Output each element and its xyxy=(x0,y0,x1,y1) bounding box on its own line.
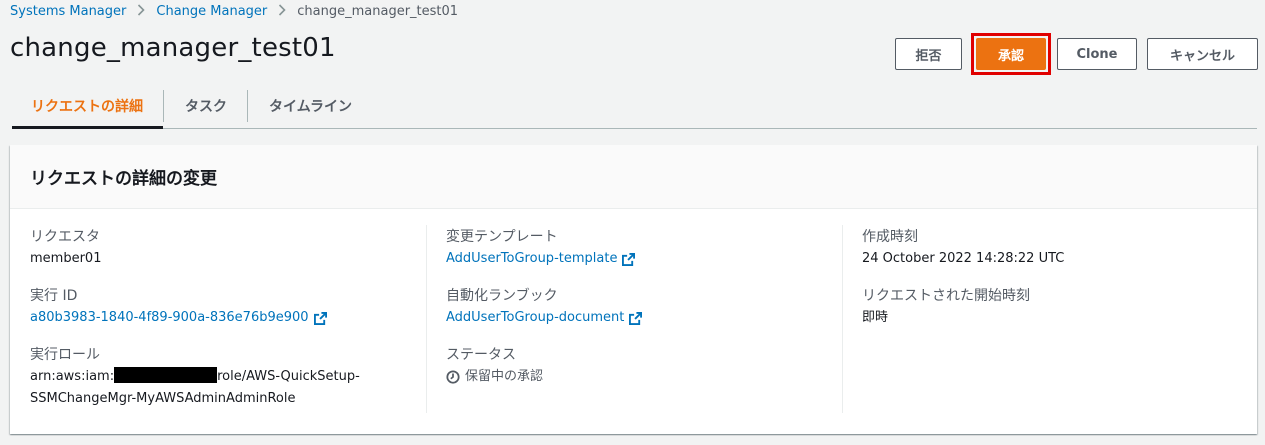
requested-start-label: リクエストされた開始時刻 xyxy=(862,288,1030,304)
runbook-label: 自動化ランブック xyxy=(446,288,558,304)
cancel-button[interactable]: キャンセル xyxy=(1147,38,1258,70)
approve-highlight: 承認 xyxy=(971,33,1051,75)
requested-start-value: 即時 xyxy=(862,310,889,325)
reject-button[interactable]: 拒否 xyxy=(895,38,962,70)
execution-role-suffix: role/AWS-QuickSetup- xyxy=(217,369,360,384)
action-bar: 拒否 承認 Clone キャンセル xyxy=(895,33,1258,75)
details-column-1: リクエスタ member01 実行 ID a80b3983-1840-4f89-… xyxy=(30,227,426,426)
breadcrumb: Systems Manager Change Manager change_ma… xyxy=(10,3,458,21)
external-link-icon xyxy=(622,252,636,266)
status-field: ステータス 保留中の承認 xyxy=(446,345,842,388)
status-value-row: 保留中の承認 xyxy=(446,366,842,388)
panel-header: リクエストの詳細の変更 xyxy=(10,145,1257,209)
execution-role-prefix: arn:aws:iam: xyxy=(30,369,115,384)
created-time-field: 作成時刻 24 October 2022 14:28:22 UTC xyxy=(862,227,1242,270)
details-column-3: 作成時刻 24 October 2022 14:28:22 UTC リクエストさ… xyxy=(862,227,1242,345)
external-link-icon xyxy=(629,311,643,325)
details-column-2: 変更テンプレート AddUserToGroup-template 自動化ランブッ… xyxy=(446,227,842,404)
approve-button[interactable]: 承認 xyxy=(976,38,1046,70)
change-template-field: 変更テンプレート AddUserToGroup-template xyxy=(446,227,842,270)
tab-request-details[interactable]: リクエストの詳細 xyxy=(12,84,163,129)
chevron-right-icon xyxy=(137,3,146,21)
runbook-value: AddUserToGroup-document xyxy=(446,310,625,325)
status-label: ステータス xyxy=(446,347,516,363)
requester-field: リクエスタ member01 xyxy=(30,227,426,270)
breadcrumb-current: change_manager_test01 xyxy=(297,4,459,19)
panel-title: リクエストの詳細の変更 xyxy=(30,169,217,189)
execution-id-value: a80b3983-1840-4f89-900a-836e76b9e900 xyxy=(30,310,309,325)
requester-label: リクエスタ xyxy=(30,229,100,245)
execution-id-link[interactable]: a80b3983-1840-4f89-900a-836e76b9e900 xyxy=(30,307,327,329)
page-title: change_manager_test01 xyxy=(10,33,336,63)
created-time-value: 24 October 2022 14:28:22 UTC xyxy=(862,251,1065,266)
column-divider xyxy=(426,225,427,413)
breadcrumb-systems-manager[interactable]: Systems Manager xyxy=(10,3,126,21)
change-template-label: 変更テンプレート xyxy=(446,229,558,245)
requester-value: member01 xyxy=(30,251,102,266)
execution-id-label: 実行 ID xyxy=(30,288,78,304)
tab-timeline[interactable]: タイムライン xyxy=(248,84,372,128)
column-divider xyxy=(842,225,843,413)
execution-id-field: 実行 ID a80b3983-1840-4f89-900a-836e76b9e9… xyxy=(30,286,426,329)
execution-role-value: arn:aws:iam: role/AWS-QuickSetup- SSMChan… xyxy=(30,366,426,410)
chevron-right-icon xyxy=(278,3,286,21)
execution-role-label: 実行ロール xyxy=(30,347,100,363)
details-columns: リクエスタ member01 実行 ID a80b3983-1840-4f89-… xyxy=(10,209,1257,434)
change-template-value: AddUserToGroup-template xyxy=(446,251,618,266)
execution-role-field: 実行ロール arn:aws:iam: role/AWS-QuickSetup- S… xyxy=(30,345,426,410)
clone-button[interactable]: Clone xyxy=(1057,38,1137,70)
redacted-block xyxy=(114,367,218,383)
tab-bar: リクエストの詳細 タスク タイムライン xyxy=(12,84,1257,129)
created-time-label: 作成時刻 xyxy=(862,229,918,245)
runbook-link[interactable]: AddUserToGroup-document xyxy=(446,307,643,329)
external-link-icon xyxy=(313,311,327,325)
clock-icon xyxy=(446,370,460,384)
runbook-field: 自動化ランブック AddUserToGroup-document xyxy=(446,286,842,329)
tab-tasks[interactable]: タスク xyxy=(164,84,247,128)
request-details-panel: リクエストの詳細の変更 リクエスタ member01 実行 ID a80b398… xyxy=(10,145,1257,434)
requested-start-field: リクエストされた開始時刻 即時 xyxy=(862,286,1242,329)
breadcrumb-change-manager[interactable]: Change Manager xyxy=(156,3,267,21)
status-value: 保留中の承認 xyxy=(465,369,544,384)
change-template-link[interactable]: AddUserToGroup-template xyxy=(446,248,636,270)
execution-role-line2: SSMChangeMgr-MyAWSAdminAdminRole xyxy=(30,391,296,406)
